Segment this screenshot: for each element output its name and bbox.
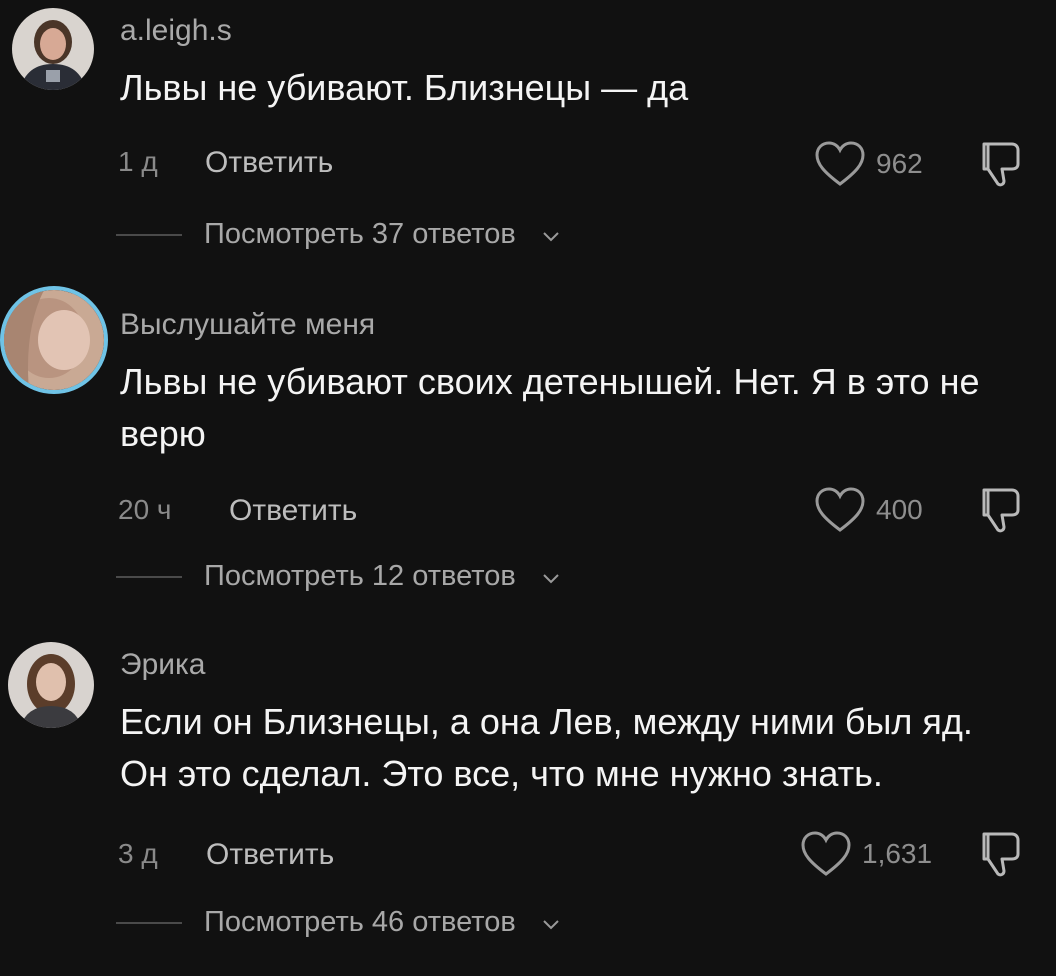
avatar-image [4, 290, 104, 390]
view-replies-link[interactable]: Посмотреть 12 ответов [116, 560, 560, 593]
view-replies-link[interactable]: Посмотреть 46 ответов [116, 906, 560, 939]
reply-button[interactable]: Ответить [205, 146, 333, 180]
comment-text: Львы не убивают своих детенышей. Нет. Я … [120, 361, 980, 454]
view-replies-label: Посмотреть 12 ответов [204, 560, 516, 592]
divider-line [116, 575, 182, 578]
thumbs-down-icon [982, 832, 1020, 877]
avatar[interactable] [0, 286, 108, 394]
comment-username[interactable]: a.leigh.s [120, 14, 232, 48]
comment-username[interactable]: Выслушайте меня [120, 308, 375, 342]
view-replies-link[interactable]: Посмотреть 37 ответов [116, 218, 560, 251]
like-button[interactable]: 400 [814, 486, 923, 534]
thumbs-down-icon [982, 488, 1020, 533]
dislike-button[interactable] [974, 138, 1026, 195]
avatar-image [12, 8, 94, 90]
avatar-image [8, 642, 94, 728]
dislike-button[interactable] [974, 828, 1026, 885]
like-button[interactable]: 962 [814, 140, 923, 188]
comment-text: Львы не убивают. Близнецы — да [120, 67, 689, 108]
dislike-button[interactable] [974, 484, 1026, 541]
like-count: 962 [876, 148, 923, 179]
chevron-down-icon [543, 919, 559, 929]
comment-timestamp: 3 д [118, 838, 158, 869]
comment-timestamp: 20 ч [118, 494, 172, 525]
heart-outline-icon [815, 141, 865, 186]
like-count: 1,631 [862, 838, 933, 869]
divider-line [116, 233, 182, 236]
comment-text: Если он Близнецы, а она Лев, между ними … [120, 701, 973, 794]
heart-outline-icon [801, 831, 851, 876]
comment-timestamp: 1 д [118, 146, 158, 177]
view-replies-label: Посмотреть 37 ответов [204, 218, 516, 250]
like-count: 400 [876, 494, 923, 525]
reply-button[interactable]: Ответить [206, 838, 334, 872]
avatar[interactable] [8, 642, 94, 728]
view-replies-label: Посмотреть 46 ответов [204, 906, 516, 938]
thumbs-down-icon [982, 142, 1020, 187]
divider-line [116, 921, 182, 924]
chevron-down-icon [543, 231, 559, 241]
comment-username[interactable]: Эрика [120, 648, 205, 682]
heart-outline-icon [815, 487, 865, 532]
chevron-down-icon [543, 573, 559, 583]
reply-button[interactable]: Ответить [229, 494, 357, 528]
like-button[interactable]: 1,631 [800, 830, 932, 878]
avatar[interactable] [12, 8, 94, 90]
